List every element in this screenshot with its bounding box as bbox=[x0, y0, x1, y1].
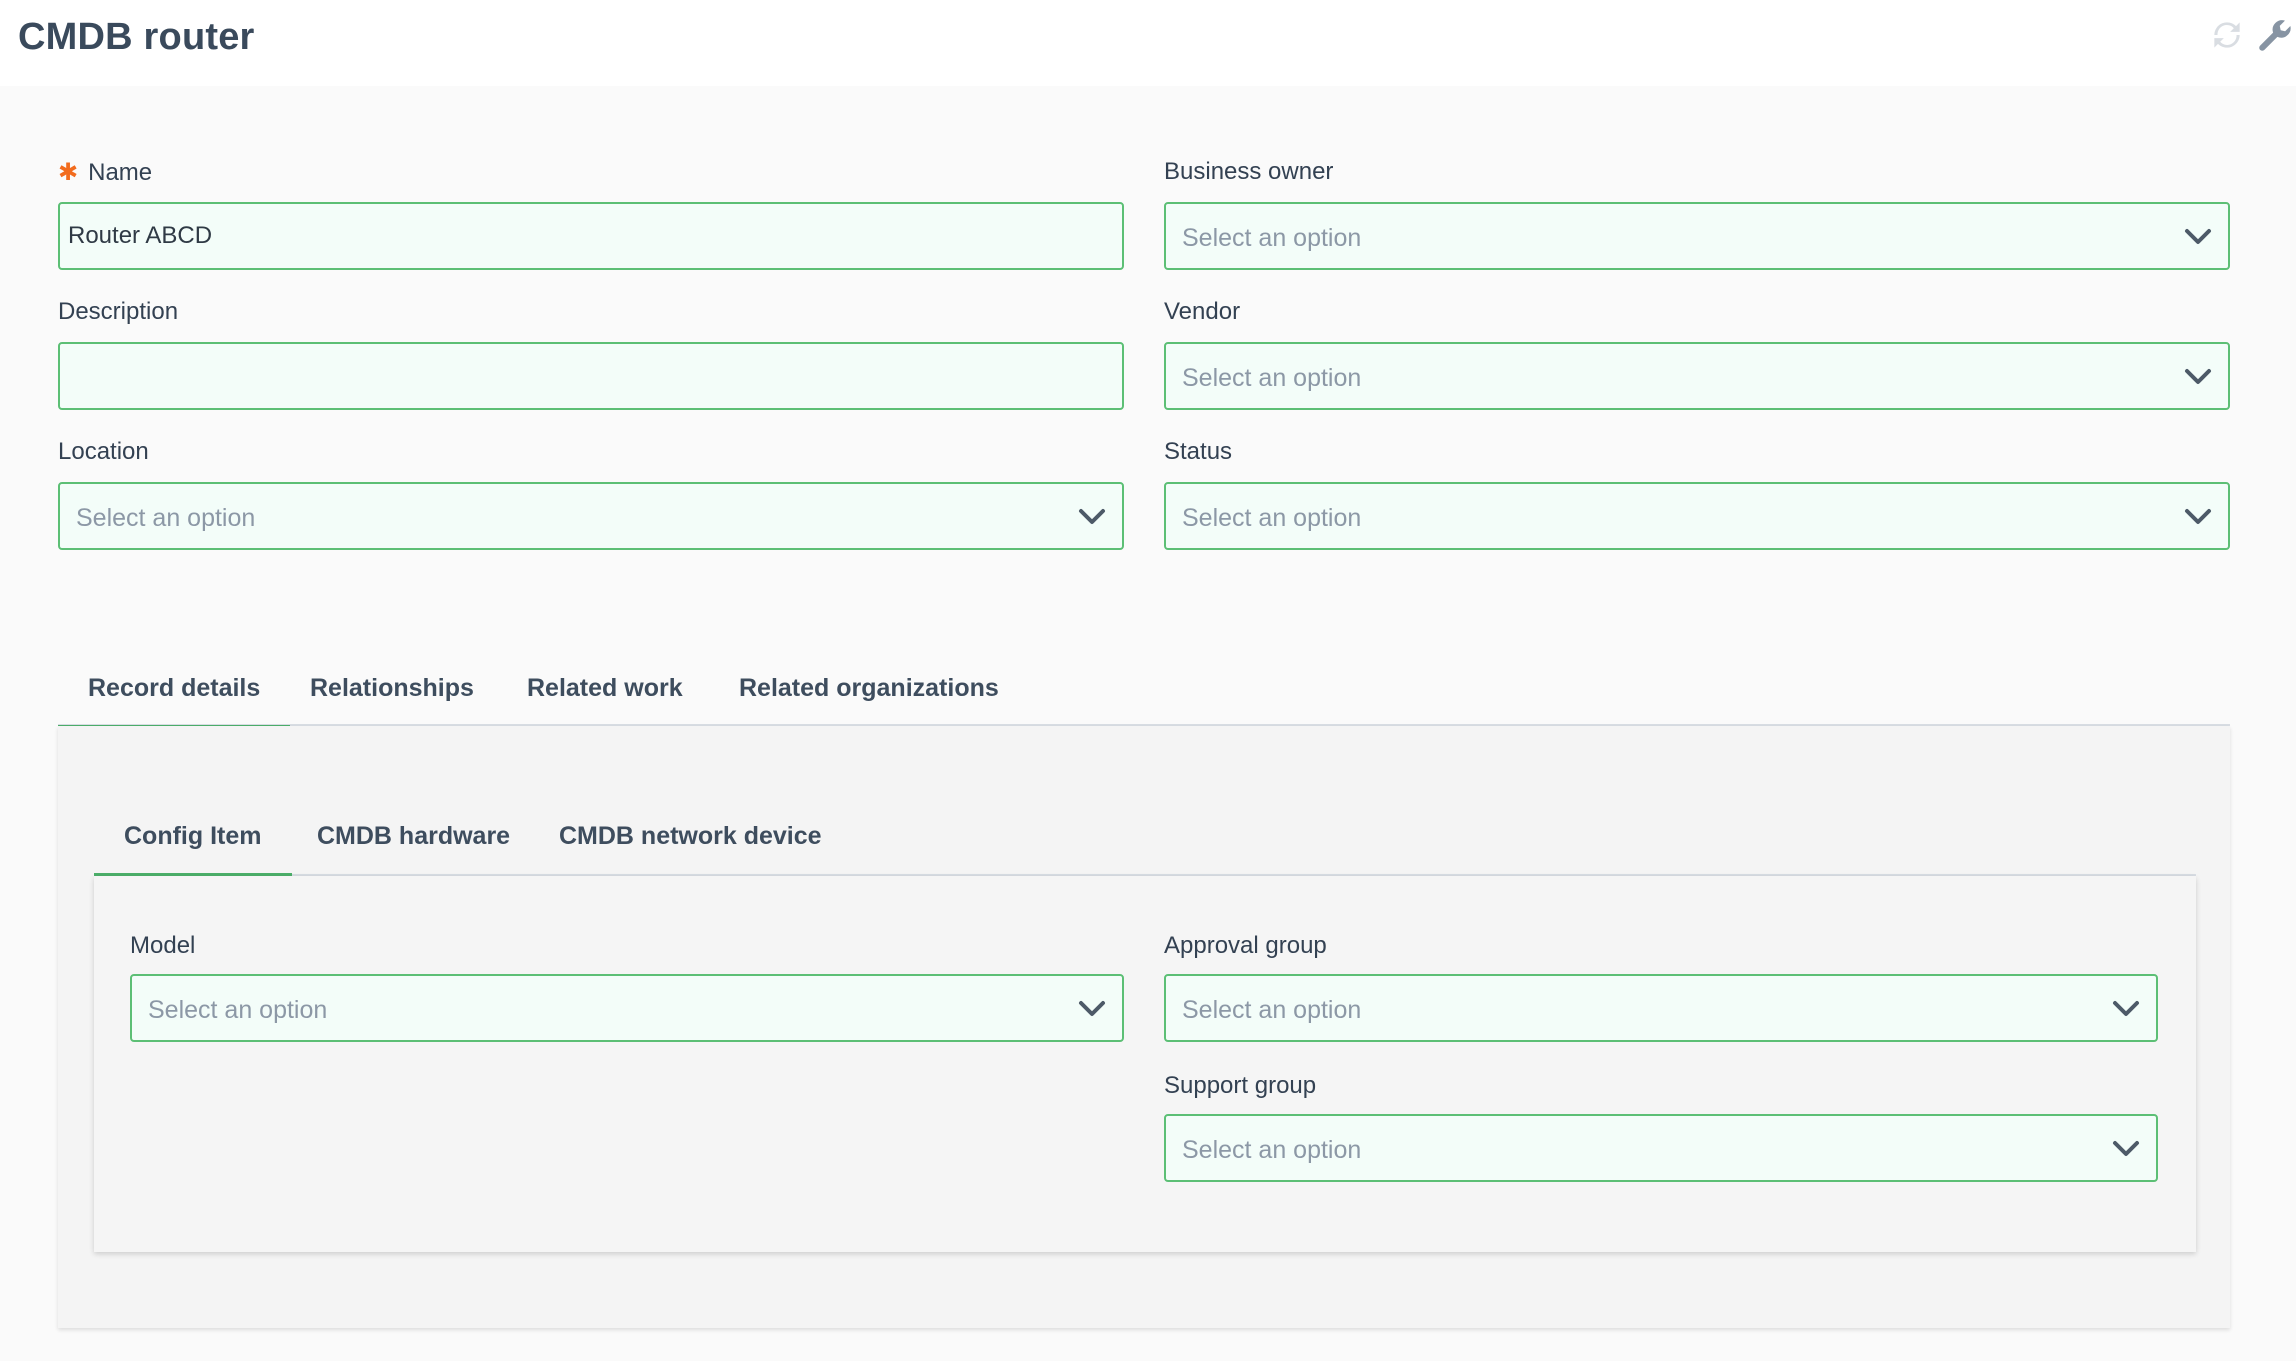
vendor-placeholder: Select an option bbox=[1182, 364, 1362, 392]
description-field[interactable] bbox=[58, 342, 1124, 410]
chevron-down-icon bbox=[1078, 997, 1106, 1021]
name-value: Router ABCD bbox=[68, 222, 213, 249]
record-details-panel: Config Item CMDB hardware CMDB network d… bbox=[58, 726, 2230, 1328]
refresh-icon[interactable] bbox=[2208, 16, 2246, 54]
tab-related-work[interactable]: Related work bbox=[527, 674, 683, 703]
chevron-down-icon bbox=[1078, 505, 1106, 529]
tab-relationships[interactable]: Relationships bbox=[310, 674, 474, 703]
chevron-down-icon bbox=[2112, 997, 2140, 1021]
location-label: Location bbox=[58, 438, 149, 465]
vendor-select[interactable]: Select an option bbox=[1164, 342, 2230, 410]
vendor-label: Vendor bbox=[1164, 298, 1241, 325]
model-placeholder: Select an option bbox=[148, 996, 328, 1024]
tab-related-organizations[interactable]: Related organizations bbox=[739, 674, 999, 703]
status-label: Status bbox=[1164, 438, 1233, 465]
wrench-icon[interactable] bbox=[2256, 16, 2294, 54]
support-group-placeholder: Select an option bbox=[1182, 1136, 1362, 1164]
tab-config-item[interactable]: Config Item bbox=[94, 822, 291, 877]
business-owner-label: Business owner bbox=[1164, 158, 1334, 185]
name-label-text: Name bbox=[88, 159, 153, 186]
chevron-down-icon bbox=[2184, 225, 2212, 249]
config-item-panel: Model Select an option Approval group Se… bbox=[94, 876, 2196, 1252]
main-tabbar: Record details Relationships Related wor… bbox=[57, 650, 2230, 729]
status-select[interactable]: Select an option bbox=[1164, 482, 2230, 550]
page-title: CMDB router bbox=[18, 16, 255, 58]
page-header: CMDB router bbox=[0, 0, 2296, 86]
chevron-down-icon bbox=[2184, 505, 2212, 529]
tab-cmdb-network-device[interactable]: CMDB network device bbox=[559, 822, 822, 851]
approval-group-label: Approval group bbox=[1164, 932, 1327, 959]
description-label: Description bbox=[58, 298, 179, 325]
chevron-down-icon bbox=[2112, 1137, 2140, 1161]
support-group-select[interactable]: Select an option bbox=[1164, 1114, 2158, 1182]
status-placeholder: Select an option bbox=[1182, 504, 1362, 532]
model-label: Model bbox=[130, 932, 196, 959]
location-placeholder: Select an option bbox=[76, 504, 256, 532]
business-owner-select[interactable]: Select an option bbox=[1164, 202, 2230, 270]
name-label: ✱ Name bbox=[58, 158, 152, 187]
approval-group-select[interactable]: Select an option bbox=[1164, 974, 2158, 1042]
support-group-label: Support group bbox=[1164, 1072, 1317, 1099]
model-select[interactable]: Select an option bbox=[130, 974, 1124, 1042]
sub-tabbar: Config Item CMDB hardware CMDB network d… bbox=[94, 802, 2196, 877]
approval-group-placeholder: Select an option bbox=[1182, 996, 1362, 1024]
name-field[interactable]: Router ABCD bbox=[58, 202, 1124, 270]
location-select[interactable]: Select an option bbox=[58, 482, 1124, 550]
tab-record-details[interactable]: Record details bbox=[57, 674, 291, 729]
tab-cmdb-hardware[interactable]: CMDB hardware bbox=[317, 822, 510, 851]
required-icon: ✱ bbox=[58, 159, 79, 186]
chevron-down-icon bbox=[2184, 365, 2212, 389]
business-owner-placeholder: Select an option bbox=[1182, 224, 1362, 252]
